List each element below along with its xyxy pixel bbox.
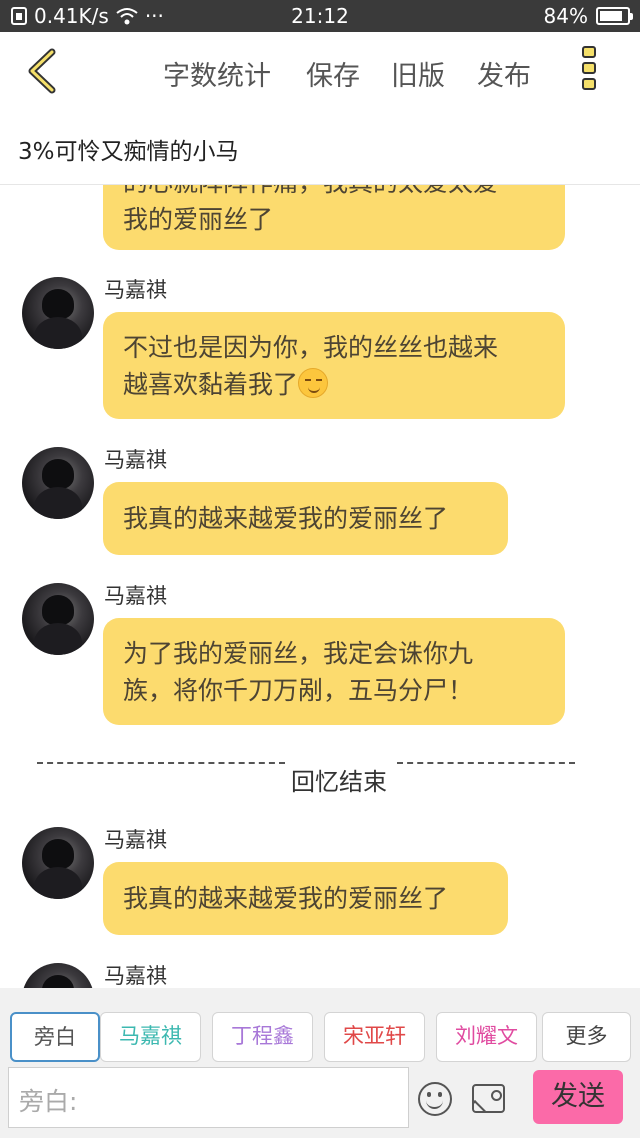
old-version-button[interactable]: 旧版 bbox=[391, 54, 445, 93]
sender-name: 马嘉祺 bbox=[104, 448, 167, 472]
battery-percent: 84% bbox=[543, 4, 588, 28]
avatar[interactable] bbox=[22, 963, 94, 988]
send-button[interactable]: 发送 bbox=[533, 1070, 623, 1124]
story-title: 3%可怜又痴情的小马 bbox=[18, 139, 239, 165]
publish-button[interactable]: 发布 bbox=[477, 54, 531, 93]
battery-fill bbox=[600, 11, 622, 21]
avatar[interactable] bbox=[22, 447, 94, 519]
bubble-line-text: 越喜欢黏着我了 bbox=[123, 370, 299, 399]
status-bar: 0.41K/s ··· 21:12 84% bbox=[0, 0, 640, 32]
message-bubble: 我真的越来越爱我的爱丽丝了 bbox=[103, 482, 508, 555]
message-bubble: 为了我的爱丽丝，我定会诛你九 族，将你千刀万剐，五马分尸！ bbox=[103, 618, 565, 725]
bubble-line: 的心就阵阵作痛，我真的太爱太爱 bbox=[123, 185, 545, 201]
bubble-line: 我的爱丽丝了 bbox=[123, 205, 274, 234]
save-button[interactable]: 保存 bbox=[306, 54, 360, 93]
more-menu-icon[interactable] bbox=[578, 46, 600, 96]
divider-line bbox=[397, 762, 575, 764]
avatar[interactable] bbox=[22, 583, 94, 655]
bubble-line: 不过也是因为你，我的丝丝也越来 bbox=[123, 333, 499, 362]
bubble-line: 我真的越来越爱我的爱丽丝了 bbox=[123, 504, 449, 533]
role-ma-jiaqi[interactable]: 马嘉祺 bbox=[100, 1012, 201, 1062]
compose-panel: 旁白 马嘉祺 丁程鑫 宋亚轩 刘耀文 更多 旁白: 发送 bbox=[0, 988, 640, 1138]
message-input[interactable]: 旁白: bbox=[8, 1067, 409, 1128]
battery-icon bbox=[596, 7, 633, 25]
sender-name: 马嘉祺 bbox=[104, 828, 167, 852]
message-bubble: 我真的越来越爱我的爱丽丝了 bbox=[103, 862, 508, 935]
divider-label: 回忆结束 bbox=[291, 768, 387, 796]
top-bar: 字数统计 保存 旧版 发布 bbox=[0, 32, 640, 110]
word-count-button[interactable]: 字数统计 bbox=[163, 54, 271, 93]
message-bubble: 不过也是因为你，我的丝丝也越来 越喜欢黏着我了 bbox=[103, 312, 565, 419]
avatar[interactable] bbox=[22, 277, 94, 349]
role-song-yaxuan[interactable]: 宋亚轩 bbox=[324, 1012, 425, 1062]
sender-name: 马嘉祺 bbox=[104, 964, 167, 988]
role-liu-yaowen[interactable]: 刘耀文 bbox=[436, 1012, 537, 1062]
emoji-icon[interactable] bbox=[418, 1082, 452, 1116]
status-right: 84% bbox=[543, 4, 633, 28]
bubble-line: 我真的越来越爱我的爱丽丝了 bbox=[123, 884, 449, 913]
chat-area[interactable]: 的心就阵阵作痛，我真的太爱太爱 我的爱丽丝了 马嘉祺 不过也是因为你，我的丝丝也… bbox=[0, 185, 640, 988]
bubble-line: 为了我的爱丽丝，我定会诛你九 bbox=[123, 639, 474, 668]
sender-name: 马嘉祺 bbox=[104, 584, 167, 608]
bubble-line: 越喜欢黏着我了 bbox=[123, 366, 545, 403]
role-narrator[interactable]: 旁白 bbox=[10, 1012, 100, 1062]
memory-end-divider: 回忆结束 bbox=[37, 762, 575, 796]
message-bubble: 的心就阵阵作痛，我真的太爱太爱 我的爱丽丝了 bbox=[103, 185, 565, 250]
bubble-line: 族，将你千刀万剐，五马分尸！ bbox=[123, 676, 474, 705]
image-icon[interactable] bbox=[472, 1084, 505, 1113]
back-arrow-icon[interactable] bbox=[22, 48, 62, 94]
role-more-button[interactable]: 更多 bbox=[542, 1012, 631, 1062]
story-title-row: 3%可怜又痴情的小马 bbox=[0, 110, 640, 185]
divider-line bbox=[37, 762, 285, 764]
smirk-emoji-icon bbox=[298, 368, 329, 398]
sender-name: 马嘉祺 bbox=[104, 278, 167, 302]
role-ding-chengxin[interactable]: 丁程鑫 bbox=[212, 1012, 313, 1062]
avatar[interactable] bbox=[22, 827, 94, 899]
